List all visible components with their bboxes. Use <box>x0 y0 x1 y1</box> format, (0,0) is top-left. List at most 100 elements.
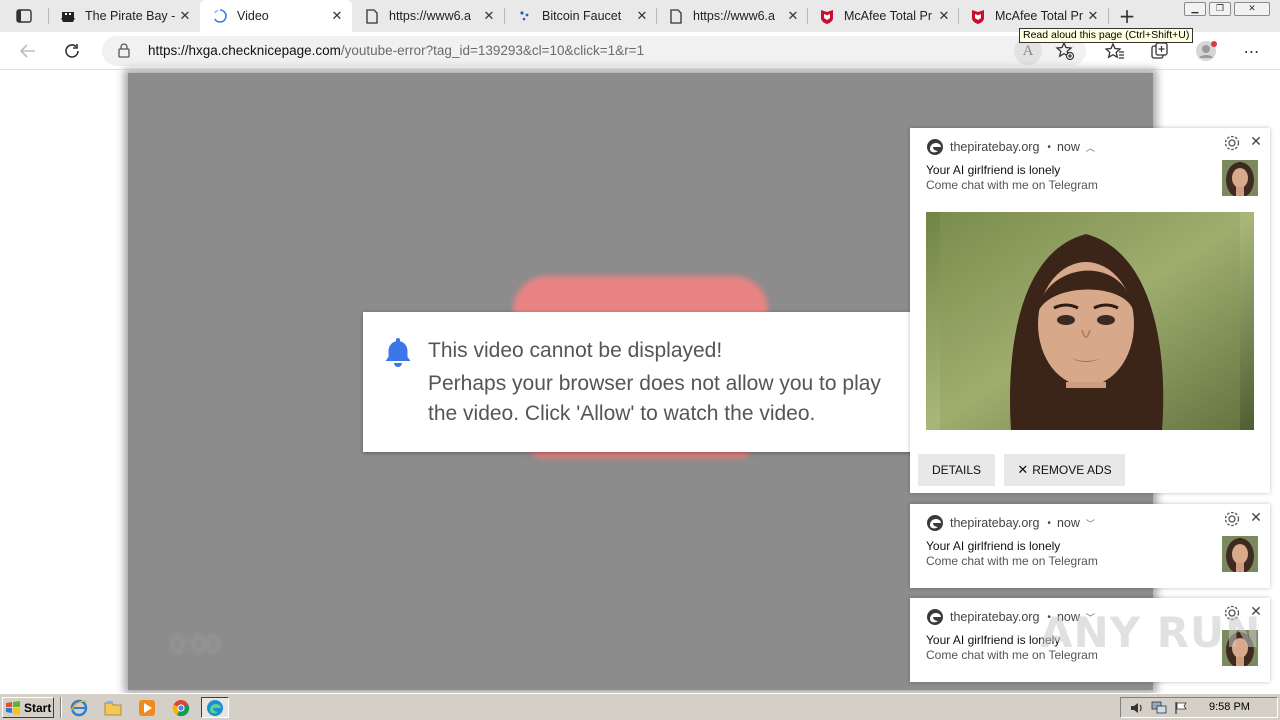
volume-icon[interactable] <box>1129 700 1145 716</box>
tab-bitcoin-faucet[interactable]: Bitcoin Faucet ✕ <box>505 0 657 32</box>
close-icon: ✕ <box>1248 4 1256 14</box>
faucet-icon <box>517 8 533 24</box>
address-bar[interactable]: https://hxga.checknicepage.com/youtube-e… <box>102 36 1086 66</box>
notification-time: now <box>1056 140 1080 154</box>
loading-icon <box>212 8 228 24</box>
chrome-taskbar-button[interactable] <box>169 697 193 718</box>
dialog-title: This video cannot be displayed! <box>428 339 723 362</box>
star-add-icon <box>1055 41 1075 61</box>
back-button[interactable] <box>14 38 42 64</box>
tab-video[interactable]: Video ✕ <box>200 0 352 32</box>
notification-expanded[interactable]: thepiratebay.org • now ︿ ✕ Your AI girlf… <box>910 128 1270 493</box>
mcafee-icon <box>970 8 986 24</box>
close-icon[interactable]: ✕ <box>1248 134 1264 150</box>
chrome-icon <box>172 699 190 716</box>
avatar-thumbnail <box>1222 536 1258 572</box>
tab-title: https://www6.a <box>389 9 471 23</box>
notification-image <box>926 212 1254 430</box>
close-tab-icon[interactable]: ✕ <box>176 7 194 25</box>
edge-taskbar-button[interactable] <box>201 697 229 718</box>
tab-piratebay[interactable]: The Pirate Bay - ✕ <box>48 0 200 32</box>
new-tab-button[interactable]: + <box>1116 4 1138 28</box>
start-button[interactable]: Start <box>2 697 54 718</box>
read-aloud-tooltip: Read aloud this page (Ctrl+Shift+U) <box>1019 28 1194 43</box>
close-icon: ✕ <box>1017 462 1029 477</box>
explorer-taskbar-button[interactable] <box>101 697 125 718</box>
tab-www6-1[interactable]: https://www6.a ✕ <box>352 0 504 32</box>
notification-body: Come chat with me on Telegram <box>926 554 1098 568</box>
restore-icon: ❐ <box>1215 4 1225 14</box>
edge-icon <box>207 699 223 716</box>
gear-icon[interactable] <box>1223 510 1241 528</box>
tab-actions-button[interactable] <box>8 5 40 27</box>
close-tab-icon[interactable]: ✕ <box>480 7 498 25</box>
watermark-logo: ANY RUN <box>1040 608 1262 657</box>
internet-explorer-icon <box>70 699 88 716</box>
flag-icon[interactable] <box>1173 700 1189 716</box>
window-close-button[interactable]: ✕ <box>1234 2 1270 16</box>
close-tab-icon[interactable]: ✕ <box>935 7 953 25</box>
tab-www6-2[interactable]: https://www6.a ✕ <box>656 0 808 32</box>
system-tray: 9:58 PM <box>1120 697 1278 718</box>
media-player-icon <box>139 699 155 716</box>
separator-dot: • <box>1047 141 1051 153</box>
windows-logo-icon <box>6 700 20 715</box>
page-icon <box>364 8 380 24</box>
settings-menu-button[interactable]: ⋯ <box>1239 38 1265 64</box>
separator-dot: • <box>1047 517 1051 529</box>
notification-source: thepiratebay.org • now ﹀ <box>926 514 1095 532</box>
clock: 9:58 PM <box>1209 701 1250 713</box>
close-tab-icon[interactable]: ✕ <box>784 7 802 25</box>
profile-button[interactable] <box>1193 38 1219 64</box>
details-button[interactable]: DETAILS <box>918 454 995 486</box>
refresh-button[interactable] <box>58 38 86 64</box>
tab-title: The Pirate Bay - <box>85 9 176 23</box>
close-tab-icon[interactable]: ✕ <box>328 7 346 25</box>
pirate-ship-icon <box>60 8 76 24</box>
start-label: Start <box>24 700 52 715</box>
avatar <box>1196 41 1217 61</box>
avatar-thumbnail <box>1222 160 1258 196</box>
edge-icon <box>927 609 943 625</box>
network-icon[interactable] <box>1151 700 1167 716</box>
plus-icon: + <box>1118 4 1136 28</box>
close-icon[interactable]: ✕ <box>1248 510 1264 526</box>
back-arrow-icon <box>19 44 35 58</box>
mcafee-icon <box>819 8 835 24</box>
chevron-up-icon[interactable]: ︿ <box>1086 141 1095 154</box>
source-domain: thepiratebay.org <box>950 516 1040 530</box>
bell-icon <box>383 336 413 372</box>
notification-collapsed[interactable]: thepiratebay.org • now ﹀ ✕ Your AI girlf… <box>910 504 1270 588</box>
gear-icon[interactable] <box>1223 134 1241 152</box>
edge-icon <box>927 139 943 155</box>
restore-button[interactable]: ❐ <box>1209 2 1231 16</box>
url-text[interactable]: https://hxga.checknicepage.com/youtube-e… <box>148 43 644 58</box>
minimize-button[interactable]: ▁ <box>1184 2 1206 16</box>
remove-ads-button[interactable]: ✕ REMOVE ADS <box>1004 454 1125 486</box>
close-tab-icon[interactable]: ✕ <box>1084 7 1102 25</box>
page-content: 0:00 This video cannot be displayed! Per… <box>0 71 1280 693</box>
collections-icon <box>1151 42 1168 59</box>
close-tab-icon[interactable]: ✕ <box>633 7 651 25</box>
folder-icon <box>104 700 122 715</box>
tab-title: Video <box>237 9 269 23</box>
more-icon: ⋯ <box>1243 41 1261 61</box>
url-path: /youtube-error?tag_id=139293&cl=10&click… <box>340 43 645 58</box>
notification-source: thepiratebay.org • now ︿ <box>926 138 1095 156</box>
tab-title: McAfee Total Pr <box>844 9 933 23</box>
edge-icon <box>927 515 943 531</box>
notification-time: now <box>1056 516 1080 530</box>
tab-mcafee-1[interactable]: McAfee Total Pr ✕ <box>807 0 959 32</box>
lock-icon[interactable] <box>118 43 130 62</box>
refresh-icon <box>65 44 79 58</box>
ie-taskbar-button[interactable] <box>67 697 91 718</box>
page-icon <box>668 8 684 24</box>
read-aloud-icon: A <box>1022 42 1034 59</box>
source-domain: thepiratebay.org <box>950 140 1040 154</box>
minimize-icon: ▁ <box>1191 4 1199 14</box>
tab-title: Bitcoin Faucet <box>542 9 622 23</box>
media-player-taskbar-button[interactable] <box>135 697 159 718</box>
notification-heading: Your AI girlfriend is lonely <box>926 163 1061 177</box>
notification-body: Come chat with me on Telegram <box>926 178 1098 192</box>
chevron-down-icon[interactable]: ﹀ <box>1086 517 1095 530</box>
